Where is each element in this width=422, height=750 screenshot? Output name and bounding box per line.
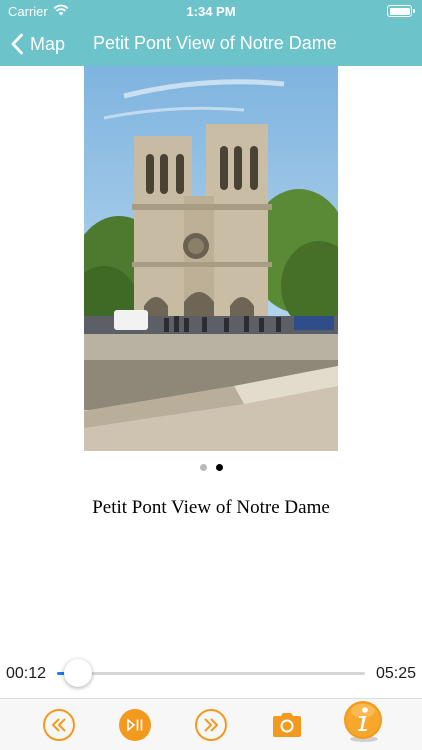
photo-caption: Petit Pont View of Notre Dame bbox=[92, 497, 330, 518]
camera-icon bbox=[273, 713, 301, 737]
chevron-left-icon bbox=[11, 33, 23, 55]
notre-dame-image bbox=[84, 66, 338, 451]
info-button[interactable] bbox=[342, 700, 384, 742]
back-button[interactable]: Map bbox=[10, 30, 65, 58]
top-bar: Carrier 1:34 PM Map Petit Pont View of N… bbox=[0, 0, 422, 66]
fast-forward-button[interactable] bbox=[194, 708, 228, 742]
page-dot-active[interactable] bbox=[215, 464, 223, 471]
bottom-toolbar bbox=[0, 698, 422, 750]
clock: 1:34 PM bbox=[186, 4, 236, 19]
elapsed-time: 00:12 bbox=[6, 665, 47, 682]
navigation-bar: Map Petit Pont View of Notre Dame bbox=[0, 22, 422, 66]
total-time: 05:25 bbox=[375, 665, 416, 682]
rewind-button[interactable] bbox=[42, 708, 76, 742]
back-label: Map bbox=[30, 33, 66, 54]
rewind-icon bbox=[43, 709, 75, 741]
status-bar: Carrier 1:34 PM bbox=[0, 0, 422, 22]
info-icon bbox=[344, 701, 382, 742]
fast-forward-icon bbox=[195, 709, 227, 741]
battery-icon bbox=[387, 5, 415, 17]
page-dot[interactable] bbox=[199, 464, 207, 471]
page-title: Petit Pont View of Notre Dame bbox=[93, 33, 337, 53]
camera-button[interactable] bbox=[270, 708, 304, 742]
page-indicator[interactable] bbox=[0, 464, 422, 471]
play-pause-button[interactable] bbox=[118, 708, 152, 742]
progress-track[interactable] bbox=[57, 672, 365, 675]
play-pause-icon bbox=[119, 709, 151, 741]
cathedral-photo[interactable] bbox=[84, 66, 338, 451]
progress-slider-thumb[interactable] bbox=[64, 659, 93, 687]
